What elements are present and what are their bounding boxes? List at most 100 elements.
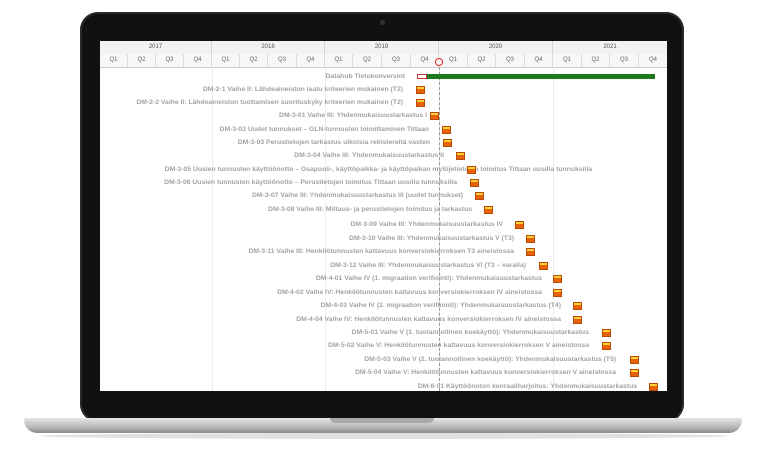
quarter-cell: Q1 [439,54,468,67]
milestone-icon[interactable] [515,221,524,229]
quarter-cell: Q3 [156,54,184,67]
row-label-wrap: DM-3-08 Vaihe III: Mittaus- ja perustiet… [100,205,472,214]
row-label-wrap: DM-2-2 Vaihe II: Lähdeaineiston tuottami… [100,98,403,107]
task-label[interactable]: DM-4-03 Vaihe IV (2. migraation verifioi… [321,301,561,310]
milestone-icon[interactable] [467,166,476,174]
row-label-wrap: DM-3-10 Vaihe III: Yhdenmukaisuustarkast… [100,234,514,243]
row-label-wrap: DM-5-02 Vaihe V: Henkilötunnusten kattav… [100,341,589,350]
task-label[interactable]: DM-3-11 Vaihe III: Henkilötunnusten katt… [248,247,514,256]
row-label-wrap: DM-5-01 Vaihe V (1. tuotannollinen koekä… [100,328,589,337]
row-label-wrap: DM-3-05 Uusien tunnusten käyttöönotto – … [100,165,592,174]
milestone-icon[interactable] [539,262,548,270]
task-label[interactable]: DM-3-05 Uusien tunnusten käyttöönotto – … [165,165,592,174]
row-label-wrap: DM-4-02 Vaihe IV: Henkilötunnusten katta… [100,288,542,297]
row-label-wrap: DM-3-01 Vaihe III: Yhdenmukaisuustarkast… [100,111,427,120]
year-2019: 2019 [325,41,439,54]
quarter-cell: Q1 [100,54,128,67]
camera-icon [380,20,385,25]
task-label[interactable]: DM-4-02 Vaihe IV: Henkilötunnusten katta… [277,288,542,297]
quarter-cell: Q2 [353,54,382,67]
task-label[interactable]: DM-3-03 Perustietojen tarkastus ulkoisia… [238,138,430,147]
quarter-cell: Q1 [212,54,240,67]
quarter-cell: Q3 [496,54,525,67]
row-label-wrap: Datahub Tietokonversiot [100,72,405,81]
gantt-screen: 2017 2018 2019 2020 2021 Q1 Q2 Q3 Q4 Q1 … [100,41,667,391]
milestone-icon[interactable] [456,152,465,160]
year-2021: 2021 [603,44,617,50]
task-label[interactable]: DM-4-01 Vaihe IV (1. migraation verifioi… [316,274,542,283]
row-label-wrap: DM-5-04 Vaihe V: Henkilötunnusten kattav… [100,368,616,377]
quarter-cell: Q1 [325,54,353,67]
row-label-wrap: DM-4-04 Vaihe IV: Henkilötunnusten katta… [100,315,561,324]
quarter-cell: Q4 [648,57,657,63]
milestone-icon[interactable] [630,369,639,377]
task-bar-start[interactable] [417,74,427,79]
row-label-wrap: DM-3-04 Vaihe III: Yhdenmukaisuustarkast… [100,151,444,160]
task-label[interactable]: DM-2-2 Vaihe II: Lähdeaineiston tuottami… [136,98,403,107]
row-label-wrap: DM-2-1 Vaihe II: Lähdeaineiston laatu kr… [100,85,403,94]
task-label[interactable]: DM-3-09 Vaihe III: Yhdenmukaisuustarkast… [351,220,503,229]
timeline-quarters-header: Q1 Q2 Q3 Q4 Q1 Q2 Q3 Q4 Q1 Q2 Q3 Q4 Q1 Q… [100,54,667,68]
today-marker-icon [435,58,443,66]
year-2020: 2020 [439,41,553,54]
quarter-cell: Q4 [525,54,553,67]
task-label[interactable]: DM-3-12 Vaihe III: Yhdenmukaisuustarkast… [330,261,526,270]
quarter-cell: Q3 [610,54,639,67]
milestone-icon[interactable] [430,112,439,120]
task-label[interactable]: DM-5-01 Vaihe V (1. tuotannollinen koekä… [352,328,589,337]
milestone-icon[interactable] [416,86,425,94]
laptop-shadow [40,433,728,439]
milestone-icon[interactable] [475,192,484,200]
task-label[interactable]: DM-3-04 Vaihe III: Yhdenmukaisuustarkast… [294,151,444,160]
quarter-cell: Q1 [553,54,582,67]
task-label[interactable]: DM-4-04 Vaihe IV: Henkilötunnusten katta… [296,315,561,324]
task-label[interactable]: DM-5-02 Vaihe V: Henkilötunnusten kattav… [328,341,589,350]
quarter-cell: Q3 [382,54,411,67]
milestone-icon[interactable] [484,206,493,214]
row-label-wrap: DM-6-01 Käyttöönoton kenraaliharjoitus: … [100,382,637,391]
row-label-wrap: DM-3-12 Vaihe III: Yhdenmukaisuustarkast… [100,261,526,270]
task-label[interactable]: DM-6-01 Käyttöönoton kenraaliharjoitus: … [418,382,637,391]
quarter-cell: Q3 [268,54,297,67]
task-label[interactable]: DM-2-1 Vaihe II: Lähdeaineiston laatu kr… [203,85,403,94]
task-label[interactable]: DM-3-08 Vaihe III: Mittaus- ja perustiet… [268,205,472,214]
milestone-icon[interactable] [443,139,452,147]
milestone-icon[interactable] [573,302,582,310]
milestone-icon[interactable] [630,356,639,364]
row-label-wrap: DM-3-11 Vaihe III: Henkilötunnusten katt… [100,247,514,256]
quarter-cell: Q4 [184,54,212,67]
row-label-wrap: DM-3-07 Vaihe III: Yhdenmukaisuustarkast… [100,191,463,200]
year-2018: 2018 [212,41,325,54]
row-label-wrap: DM-4-03 Vaihe IV (2. migraation verifioi… [100,301,561,310]
milestone-icon[interactable] [553,289,562,297]
row-label-wrap: DM-4-01 Vaihe IV (1. migraation verifioi… [100,274,542,283]
task-label[interactable]: DM-3-01 Vaihe III: Yhdenmukaisuustarkast… [279,111,427,120]
task-label[interactable]: DM-3-06 Uusien tunnusten käyttöönotto – … [164,178,457,187]
task-label[interactable]: DM-5-03 Vaihe V (2. tuotannollinen koekä… [364,355,616,364]
milestone-icon[interactable] [442,126,451,134]
milestone-icon[interactable] [526,235,535,243]
milestone-icon[interactable] [553,275,562,283]
milestone-icon[interactable] [649,383,658,391]
task-label[interactable]: DM-3-07 Vaihe III: Yhdenmukaisuustarkast… [252,191,463,200]
row-label-wrap: DM-3-02 Uudet tunnukset – GLN-tunnusten … [100,125,429,134]
milestone-icon[interactable] [602,342,611,350]
row-label-wrap: DM-5-03 Vaihe V (2. tuotannollinen koekä… [100,355,616,364]
quarter-cell: Q2 [582,54,610,67]
task-label[interactable]: DM-5-04 Vaihe V: Henkilötunnusten kattav… [355,368,616,377]
task-label[interactable]: DM-3-10 Vaihe III: Yhdenmukaisuustarkast… [349,234,514,243]
task-label[interactable]: DM-3-02 Uudet tunnukset – GLN-tunnusten … [220,125,429,134]
task-bar-datahub[interactable] [427,74,655,79]
milestone-icon[interactable] [602,329,611,337]
task-label[interactable]: Datahub Tietokonversiot [325,72,405,81]
quarter-cell: Q4 [297,54,325,67]
quarter-cell: Q2 [240,54,268,67]
milestone-icon[interactable] [526,248,535,256]
timeline-years-header: 2017 2018 2019 2020 2021 [100,41,667,55]
milestone-icon[interactable] [416,99,425,107]
laptop-notch [330,418,434,423]
row-label-wrap: DM-3-09 Vaihe III: Yhdenmukaisuustarkast… [100,220,503,229]
milestone-icon[interactable] [470,179,479,187]
milestone-icon[interactable] [573,316,582,324]
year-2017: 2017 [100,41,212,54]
